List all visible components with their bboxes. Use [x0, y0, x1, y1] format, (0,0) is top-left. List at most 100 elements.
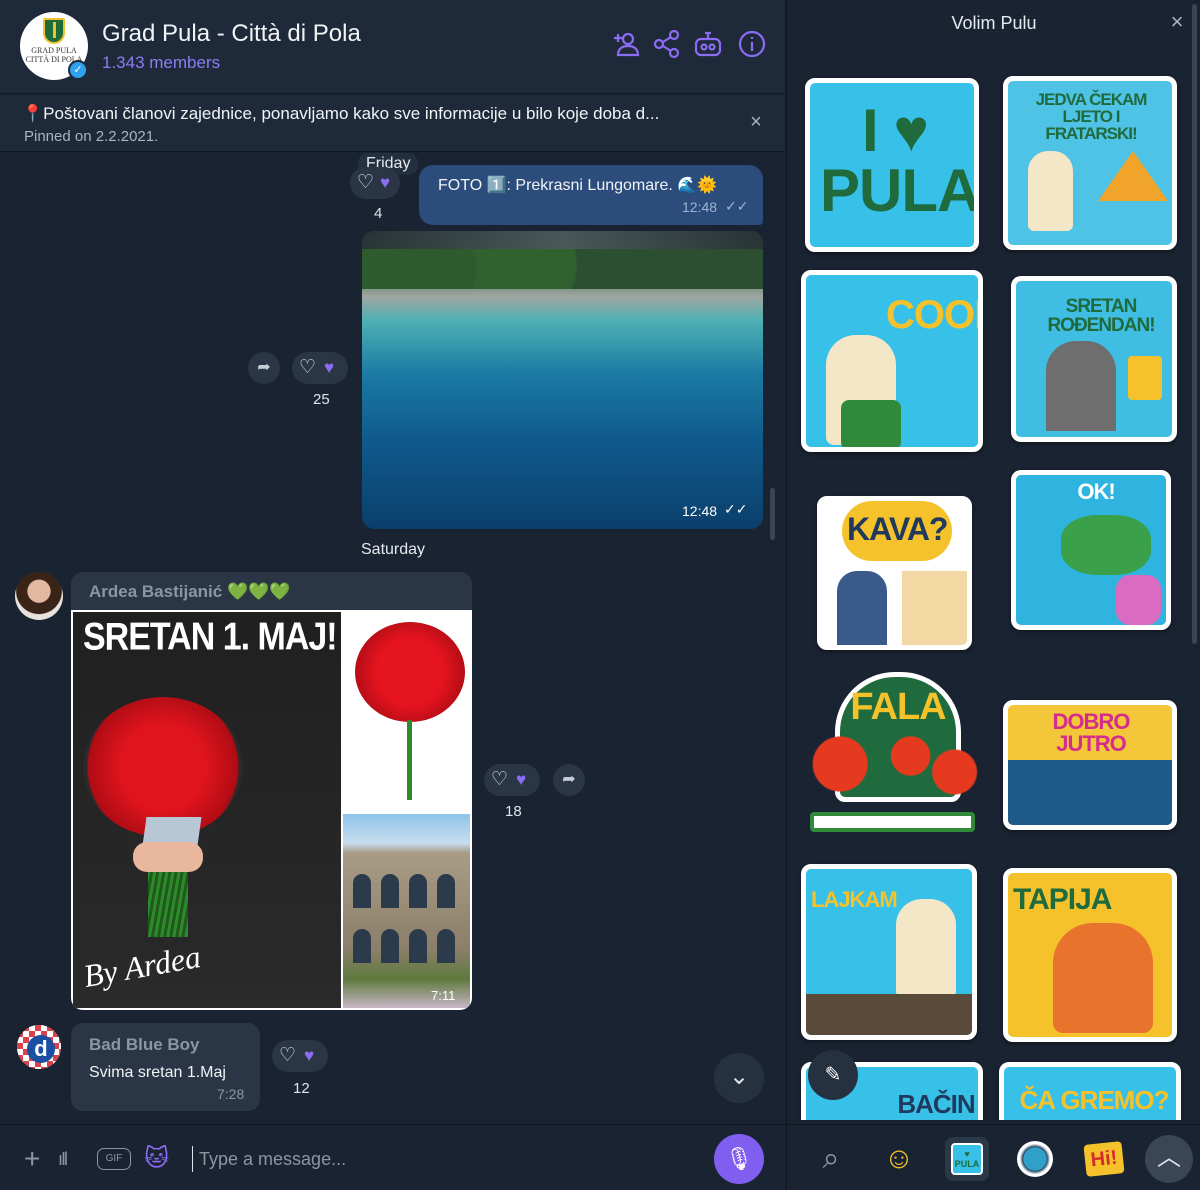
reaction-pill[interactable]: ♡ ♥ [292, 352, 348, 384]
emoji-pack-icon[interactable]: ☺ [877, 1137, 921, 1181]
sticker-search-icon[interactable]: ⌕ [809, 1137, 853, 1181]
arena-arch [409, 874, 427, 908]
pack-thumb [1017, 1141, 1053, 1177]
message-list: Friday ♡ ♥ 4 FOTO 1️⃣: Prekrasni Lungoma… [0, 153, 785, 1123]
sticker-label: ČA GREMO? [1019, 1085, 1170, 1115]
heart-outline-icon: ♡ [299, 357, 317, 378]
attach-plus-icon[interactable]: + [24, 1145, 40, 1173]
poll-icon[interactable]: ıIl [58, 1145, 68, 1173]
poppies-drawing [805, 732, 981, 812]
microphone-button[interactable]: 🎙 [714, 1134, 764, 1184]
arena-arch [437, 929, 455, 963]
hi-pack-icon[interactable]: Hi! [1081, 1137, 1125, 1181]
message-text: FOTO 1️⃣: Prekrasni Lungomare. 🌊🌞 [438, 177, 718, 194]
goat-shirt [841, 400, 901, 447]
may-day-collage[interactable]: SRETAN 1. MAJ! By Ardea 7:11 [71, 610, 472, 1010]
close-pinned-icon[interactable]: × [747, 112, 765, 132]
sticker-label: LAJKAM [811, 887, 898, 912]
sticker-pack-tabs: ⌕ ☺ ♥ PULA Hi! ︿ [787, 1124, 1200, 1190]
bot-icon[interactable] [692, 28, 724, 60]
read-checks-icon: ✓✓ [725, 198, 749, 214]
date-separator-saturday: Saturday [361, 541, 426, 558]
pack-4-icon[interactable] [1013, 1137, 1057, 1181]
arena-arch [381, 929, 399, 963]
bouquet-stems [148, 867, 188, 937]
message-header-ardea: Ardea Bastijanić 💚💚💚 [71, 572, 472, 612]
reaction-pill[interactable]: ♡ ♥ [484, 764, 540, 796]
arena-photo [343, 814, 470, 1008]
arena-arch [353, 874, 371, 908]
sender-name[interactable]: Ardea Bastijanić 💚💚💚 [89, 582, 290, 602]
sticker-cool[interactable]: COOL! [801, 270, 983, 452]
sticker-dobro-jutro[interactable]: DOBRO JUTRO [1003, 700, 1177, 830]
coastline-photo[interactable]: 12:48 ✓✓ [362, 231, 763, 529]
pinned-message-bar[interactable]: 📍Poštovani članovi zajednice, ponavljamo… [0, 95, 785, 152]
reaction-count: 12 [293, 1080, 310, 1097]
pinned-text: 📍Poštovani članovi zajednice, ponavljamo… [22, 104, 660, 123]
message-bubble-out[interactable]: FOTO 1️⃣: Prekrasni Lungomare. 🌊🌞 12:48 … [419, 165, 763, 225]
sticker-cat-icon[interactable]: 🐱 [144, 1145, 169, 1173]
reaction-count: 4 [374, 205, 383, 222]
sticker-label: SRETAN ROĐENDAN! [1047, 296, 1155, 336]
sticker-kava[interactable]: KAVA? [817, 496, 972, 650]
reaction-count: 18 [505, 803, 522, 820]
turtle-drawing [1061, 515, 1151, 575]
carnation-stem [407, 720, 412, 800]
share-message-button[interactable]: ➦ [553, 764, 585, 796]
reaction-pill[interactable]: ♡ ♥ [272, 1040, 328, 1072]
sticker-fala[interactable]: FALA [805, 672, 981, 838]
joyce-statue [837, 571, 887, 645]
goat-mascot [1028, 151, 1073, 231]
carnation [355, 622, 465, 722]
edit-pencil-button[interactable]: ✎ [808, 1050, 858, 1100]
chat-header: GRAD PULA CITTÀ DI POLA ✓ Grad Pula - Ci… [0, 0, 785, 94]
reaction-pill[interactable]: ♡ ♥ [350, 167, 400, 199]
volim-pulu-pack-icon[interactable]: ♥ PULA [945, 1137, 989, 1181]
gif-icon[interactable]: GIF [97, 1148, 131, 1170]
message-bubble-in[interactable]: Bad Blue Boy Svima sretan 1.Maj 7:28 [71, 1023, 260, 1111]
sticker-i-love-pula[interactable]: I ♥ PULA [805, 78, 979, 252]
sticker-ca-gremo[interactable]: ČA GREMO? [999, 1062, 1181, 1120]
photo-time: 12:48 [682, 503, 718, 519]
scroll-down-button[interactable]: ⌄ [714, 1053, 764, 1103]
sticker-sretan-rodendan[interactable]: SRETAN ROĐENDAN! [1011, 276, 1177, 442]
hi-label: Hi! [1083, 1141, 1125, 1177]
bouquet [83, 697, 243, 837]
sticker-lajkam[interactable]: LAJKAM [801, 864, 977, 1040]
sticker-label: JEDVA ČEKAM LJETO I FRATARSKI! [1035, 90, 1148, 143]
gladiator-drawing [1053, 923, 1153, 1033]
share-icon[interactable] [651, 28, 683, 60]
message-input[interactable] [192, 1146, 692, 1172]
arena-arch [381, 874, 399, 908]
goat-mascot [896, 899, 956, 999]
sticker-label: I ♥ PULA [820, 97, 979, 224]
member-count[interactable]: 1.343 members [102, 53, 220, 73]
sticker-ok[interactable]: OK! [1011, 470, 1171, 630]
fence-drawing [810, 812, 975, 832]
sticker-label: BAČIN [897, 1089, 975, 1119]
chat-scrollbar[interactable] [770, 488, 775, 540]
sticker-scrollbar[interactable] [1192, 4, 1197, 644]
group-title[interactable]: Grad Pula - Città di Pola [102, 20, 361, 48]
harbour-drawing [1008, 760, 1172, 825]
info-icon[interactable] [736, 28, 768, 60]
collapse-up-button[interactable]: ︿ [1145, 1135, 1193, 1183]
sticker-label: COOL! [886, 293, 978, 337]
sticker-label: TAPIJA [1013, 883, 1112, 916]
chat-pane: GRAD PULA CITTÀ DI POLA ✓ Grad Pula - Ci… [0, 0, 785, 1190]
sender-name[interactable]: Bad Blue Boy [89, 1035, 200, 1055]
heart-outline-icon: ♡ [491, 769, 509, 790]
heart-filled-icon: ♥ [516, 770, 527, 789]
sticker-tapija[interactable]: TAPIJA [1003, 868, 1177, 1042]
share-message-button[interactable]: ➦ [248, 352, 280, 384]
photo-trees [362, 249, 763, 289]
sticker-jedva-cekam[interactable]: JEDVA ČEKAM LJETO I FRATARSKI! [1003, 76, 1177, 250]
close-panel-icon[interactable]: × [1167, 11, 1187, 33]
add-member-icon[interactable] [610, 28, 642, 60]
pack-thumb: ♥ PULA [951, 1143, 983, 1175]
arch-drawing [902, 571, 967, 645]
user-avatar-bbb[interactable]: d [15, 1023, 63, 1071]
heart-filled-icon: ♥ [324, 358, 335, 377]
sticker-label: KAVA? [847, 511, 948, 547]
user-avatar-ardea[interactable] [15, 572, 63, 620]
